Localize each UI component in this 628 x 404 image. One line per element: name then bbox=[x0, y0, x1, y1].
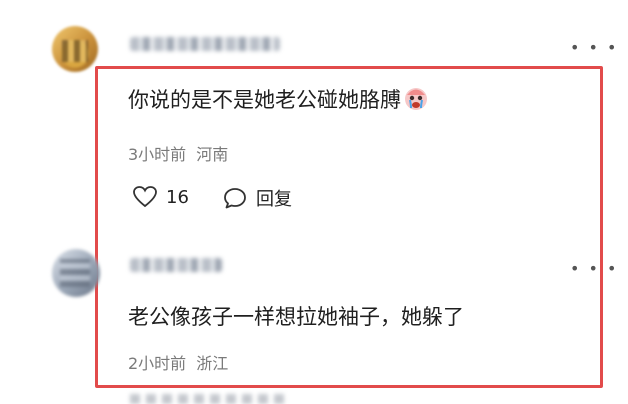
crying-face-emoji bbox=[405, 88, 427, 110]
more-dots-icon[interactable]: • • • bbox=[570, 40, 618, 56]
comment-location: 浙江 bbox=[196, 354, 229, 373]
comment-text: 老公像孩子一样想拉她袖子，她躲了 bbox=[128, 305, 464, 329]
comment-time: 3小时前 bbox=[128, 145, 187, 164]
comment-text-content: 你说的是不是她老公碰她胳膊 bbox=[128, 88, 401, 112]
comment-meta: 2小时前 浙江 bbox=[128, 350, 238, 374]
comment-time: 2小时前 bbox=[128, 354, 187, 373]
heart-outline-icon bbox=[133, 186, 157, 208]
commenter-name-blurred[interactable] bbox=[130, 37, 280, 51]
commenter-name-blurred[interactable] bbox=[130, 258, 222, 272]
comment-location: 河南 bbox=[196, 145, 229, 164]
more-dots-icon[interactable]: • • • bbox=[570, 261, 618, 277]
comment-meta: 3小时前 河南 bbox=[128, 141, 238, 165]
highlight-box bbox=[95, 66, 603, 388]
reply-button[interactable]: 回复 bbox=[222, 185, 292, 211]
commenter-avatar[interactable] bbox=[52, 26, 98, 72]
commenter-avatar[interactable] bbox=[52, 249, 100, 297]
like-count: 16 bbox=[166, 186, 189, 208]
comment-text: 你说的是不是她老公碰她胳膊 bbox=[128, 84, 429, 114]
reply-label: 回复 bbox=[256, 189, 292, 210]
speech-bubble-icon bbox=[224, 188, 246, 209]
like-button[interactable]: 16 bbox=[132, 185, 189, 209]
